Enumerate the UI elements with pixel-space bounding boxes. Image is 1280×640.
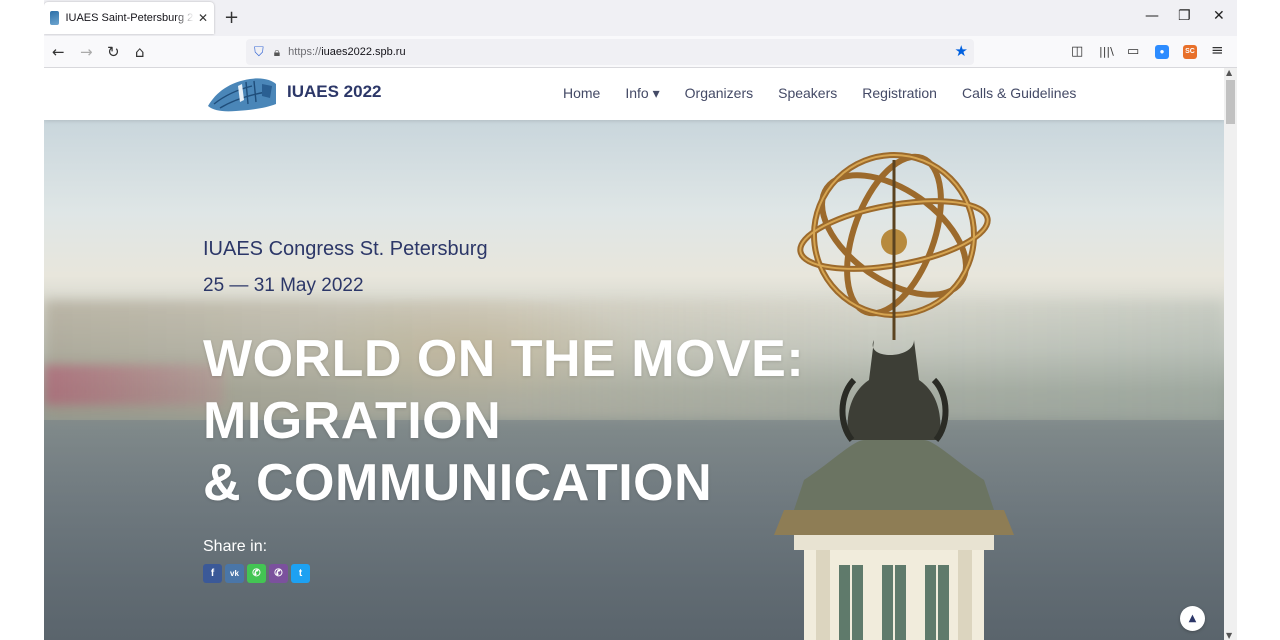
sc-extension-icon[interactable]: SC — [1183, 45, 1197, 59]
hero-subtitle: IUAES Congress St. Petersburg — [203, 238, 488, 260]
url-bar[interactable]: ⛉ 🔒︎ https://iuaes2022.spb.ru ★ — [246, 39, 974, 65]
hero-title: WORLD ON THE MOVE: MIGRATION & COMMUNICA… — [203, 328, 804, 514]
favicon-icon — [50, 11, 60, 25]
minimize-button[interactable]: — — [1145, 8, 1159, 24]
page-scrollbar[interactable]: ▲ ▼ — [1224, 68, 1237, 640]
menu-item-registration[interactable]: Registration — [862, 85, 937, 102]
pocket-icon[interactable]: ◫ — [1071, 44, 1083, 60]
menu-item-organizers[interactable]: Organizers — [685, 85, 753, 102]
hero-banner: IUAES Congress St. Petersburg 25 — 31 Ma… — [44, 120, 1224, 640]
scroll-down-arrow-icon[interactable]: ▼ — [1226, 631, 1232, 640]
bookmark-star-icon[interactable]: ★ — [955, 42, 968, 60]
back-button[interactable]: ← — [52, 42, 65, 62]
site-logo-text[interactable]: IUAES 2022 — [287, 82, 382, 102]
twitter-share-icon[interactable]: t — [291, 564, 310, 583]
reload-button[interactable]: ↻ — [107, 42, 120, 62]
web-page: IUAES 2022 Home Info ▾ Organizers Speake… — [44, 68, 1224, 640]
new-tab-button[interactable]: + — [224, 8, 239, 28]
scroll-up-arrow-icon[interactable]: ▲ — [1226, 68, 1232, 77]
library-icon[interactable]: |||\ — [1099, 44, 1114, 60]
lock-icon[interactable]: 🔒︎ — [274, 45, 280, 60]
tab-title: IUAES Saint-Petersburg 2022 Co — [65, 12, 194, 24]
whatsapp-share-icon[interactable]: ✆ — [247, 564, 266, 583]
hero-title-line-3: & COMMUNICATION — [203, 454, 713, 512]
shield-icon[interactable]: ⛉ — [254, 45, 264, 60]
forward-button[interactable]: → — [80, 42, 93, 62]
browser-window: IUAES Saint-Petersburg 2022 Co ✕ + — ❐ ✕… — [44, 0, 1237, 640]
url-scheme: https:// — [288, 46, 322, 58]
main-menu: Home Info ▾ Organizers Speakers Registra… — [563, 85, 1101, 102]
restore-button[interactable]: ❐ — [1178, 8, 1191, 24]
app-menu-icon[interactable]: ≡ — [1211, 42, 1224, 58]
facebook-share-icon[interactable]: f — [203, 564, 222, 583]
hero-dates: 25 — 31 May 2022 — [203, 275, 364, 296]
iuaes-logo-icon[interactable] — [206, 74, 278, 114]
menu-item-speakers[interactable]: Speakers — [778, 85, 837, 102]
url-text[interactable]: https://iuaes2022.spb.ru — [288, 46, 405, 58]
tab-active[interactable]: IUAES Saint-Petersburg 2022 Co ✕ — [44, 2, 214, 34]
scroll-to-top-button[interactable]: ▲ — [1180, 606, 1205, 631]
close-window-button[interactable]: ✕ — [1213, 8, 1225, 24]
zoom-extension-icon[interactable]: ● — [1155, 45, 1169, 59]
hero-color-band — [44, 365, 224, 405]
share-icons: f vk ✆ ✆ t — [203, 564, 310, 583]
chevron-down-icon: ▾ — [652, 85, 660, 101]
tab-strip: IUAES Saint-Petersburg 2022 Co ✕ + — ❐ ✕ — [44, 0, 1237, 36]
vk-share-icon[interactable]: vk — [225, 564, 244, 583]
hero-title-line-1: WORLD ON THE MOVE: — [203, 330, 805, 388]
menu-item-info-label: Info — [625, 85, 649, 101]
hero-title-line-2: MIGRATION — [203, 392, 502, 450]
share-label: Share in: — [203, 538, 268, 555]
tab-close-icon[interactable]: ✕ — [198, 11, 208, 25]
scrollbar-thumb[interactable] — [1226, 80, 1235, 124]
menu-item-info[interactable]: Info ▾ — [625, 85, 659, 102]
menu-item-home[interactable]: Home — [563, 85, 600, 102]
home-button[interactable]: ⌂ — [135, 42, 145, 62]
sidebar-icon[interactable]: ▭ — [1127, 44, 1139, 60]
url-host: iuaes2022.spb.ru — [321, 46, 406, 58]
site-header: IUAES 2022 Home Info ▾ Organizers Speake… — [44, 68, 1224, 120]
navigation-toolbar: ← → ↻ ⌂ ⛉ 🔒︎ https://iuaes2022.spb.ru ★ … — [44, 36, 1237, 68]
viber-share-icon[interactable]: ✆ — [269, 564, 288, 583]
menu-item-calls-guidelines[interactable]: Calls & Guidelines — [962, 85, 1076, 102]
